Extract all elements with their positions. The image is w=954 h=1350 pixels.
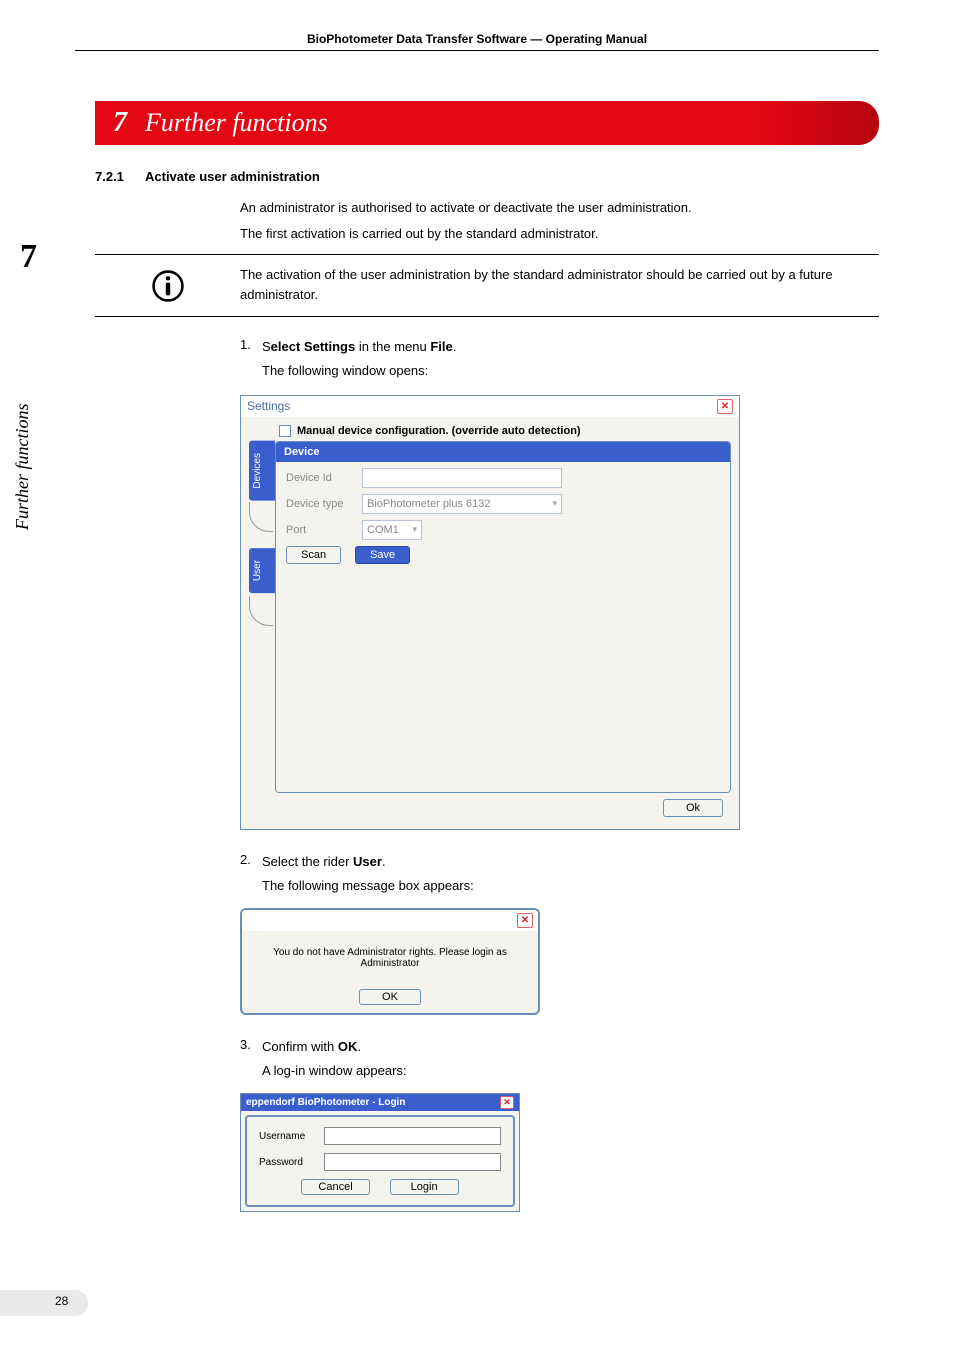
device-id-input[interactable] <box>362 468 562 488</box>
dialog-title: Settings <box>247 399 290 413</box>
info-icon <box>95 265 240 303</box>
t: File <box>430 339 452 354</box>
step-text: Confirm with OK. <box>262 1037 879 1057</box>
step-3-after: A log-in window appears: <box>240 1061 879 1081</box>
chevron-down-icon: ▾ <box>552 498 557 509</box>
step-1: 1. Select Settings in the menu File. <box>240 337 879 357</box>
panel-heading: Device <box>276 442 730 462</box>
page-number-bg <box>0 1290 88 1316</box>
v: COM1 <box>367 524 399 536</box>
settings-dialog: Settings ✕ Manual device configuration. … <box>240 395 740 830</box>
step-number: 3. <box>240 1037 262 1057</box>
t: User <box>353 854 382 869</box>
password-input[interactable] <box>324 1153 501 1171</box>
t: Confirm with <box>262 1039 338 1054</box>
login-titlebar: eppendorf BioPhotometer - Login ✕ <box>241 1094 519 1111</box>
port-label: Port <box>286 524 354 536</box>
chapter-number: 7 <box>113 107 127 139</box>
step-after-text: The following window opens: <box>262 361 879 381</box>
running-header: BioPhotometer Data Transfer Software — O… <box>0 0 954 50</box>
margin-chapter-label: Further functions <box>12 404 33 531</box>
scan-button[interactable]: Scan <box>286 546 341 564</box>
port-select[interactable]: COM1 ▾ <box>362 520 422 540</box>
t: . <box>357 1039 361 1054</box>
tab-devices[interactable]: Devices <box>249 441 275 501</box>
close-icon[interactable]: ✕ <box>517 913 533 928</box>
password-label: Password <box>259 1157 314 1168</box>
margin-chapter-number: 7 <box>20 238 37 276</box>
chevron-down-icon: ▾ <box>412 524 417 535</box>
save-button[interactable]: Save <box>355 546 410 564</box>
step-number: 1. <box>240 337 262 357</box>
t: S <box>262 339 271 354</box>
checkbox-label: Manual device configuration. (override a… <box>297 425 581 437</box>
step-text: Select Settings in the menu File. <box>262 337 879 357</box>
dialog-titlebar: Settings ✕ <box>241 396 739 417</box>
device-type-label: Device type <box>286 498 354 510</box>
t: . <box>453 339 457 354</box>
info-text: The activation of the user administratio… <box>240 265 879 305</box>
close-icon[interactable]: ✕ <box>500 1096 514 1109</box>
tab-curve <box>249 502 273 532</box>
username-input[interactable] <box>324 1127 501 1145</box>
message-box: ✕ You do not have Administrator rights. … <box>240 908 540 1015</box>
login-button[interactable]: Login <box>390 1179 459 1195</box>
msgbox-ok-button[interactable]: OK <box>359 989 421 1005</box>
step-after-text: The following message box appears: <box>262 876 879 896</box>
t: in the menu <box>355 339 430 354</box>
section-heading: 7.2.1Activate user administration <box>95 169 879 184</box>
divider <box>95 316 879 317</box>
step-2: 2. Select the rider User. <box>240 852 879 872</box>
step-text: Select the rider User. <box>262 852 879 872</box>
step-after-text: A log-in window appears: <box>262 1061 879 1081</box>
t: elect Settings <box>271 339 356 354</box>
t: . <box>382 854 386 869</box>
device-id-label: Device Id <box>286 472 354 484</box>
login-title-text: eppendorf BioPhotometer - Login <box>246 1097 405 1108</box>
section-title: Activate user administration <box>145 169 320 184</box>
step-number: 2. <box>240 852 262 872</box>
step-2-after: The following message box appears: <box>240 876 879 896</box>
ok-button[interactable]: Ok <box>663 799 723 817</box>
info-note: The activation of the user administratio… <box>95 265 879 305</box>
section-number: 7.2.1 <box>95 169 145 184</box>
chapter-banner: 7 Further functions <box>95 101 879 145</box>
section-para-1: An administrator is authorised to activa… <box>240 198 879 218</box>
tab-user[interactable]: User <box>249 548 275 593</box>
divider <box>95 254 879 255</box>
tab-panel-devices: Device Device Id Device type BioPhotomet… <box>275 441 731 793</box>
checkbox-icon[interactable] <box>279 425 291 437</box>
t: OK <box>338 1039 358 1054</box>
login-dialog: eppendorf BioPhotometer - Login ✕ Userna… <box>240 1093 520 1212</box>
manual-config-option[interactable]: Manual device configuration. (override a… <box>279 425 731 437</box>
tab-curve <box>249 596 273 626</box>
step-1-after: The following window opens: <box>240 361 879 381</box>
close-icon[interactable]: ✕ <box>717 399 733 414</box>
page-number: 28 <box>55 1294 68 1308</box>
msgbox-text: You do not have Administrator rights. Pl… <box>252 947 528 969</box>
username-label: Username <box>259 1131 314 1142</box>
t: Select the rider <box>262 854 353 869</box>
v: BioPhotometer plus 6132 <box>367 498 491 510</box>
device-type-select[interactable]: BioPhotometer plus 6132 ▾ <box>362 494 562 514</box>
section-para-2: The first activation is carried out by t… <box>240 224 879 244</box>
cancel-button[interactable]: Cancel <box>301 1179 369 1195</box>
header-rule <box>75 50 879 51</box>
step-3: 3. Confirm with OK. <box>240 1037 879 1057</box>
msgbox-titlebar: ✕ <box>242 910 538 931</box>
chapter-title: Further functions <box>145 108 328 138</box>
